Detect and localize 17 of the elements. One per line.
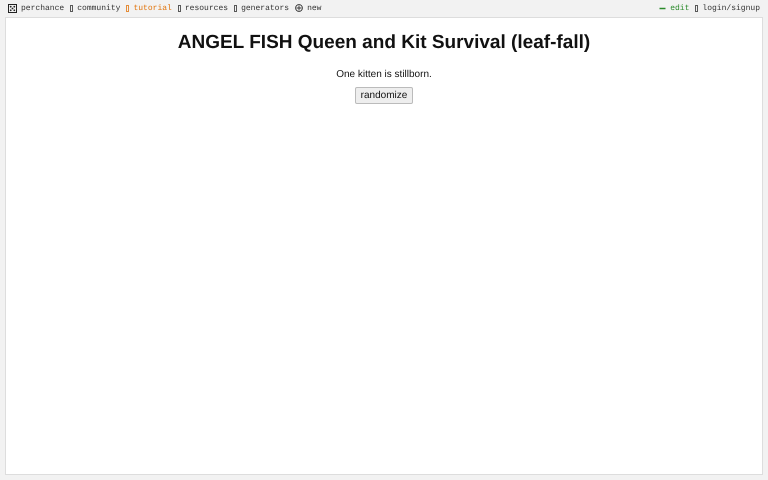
nav-link[interactable]: new [295, 4, 322, 12]
nav-link[interactable]: edit [659, 4, 690, 12]
dice-icon [8, 4, 17, 12]
missing-glyph-icon [70, 4, 74, 12]
nav-link[interactable]: perchance [8, 4, 64, 12]
nav-link[interactable]: resources [178, 4, 228, 12]
missing-glyph-icon [178, 4, 181, 12]
output-text: One kitten is stillborn. [336, 69, 432, 80]
page-title: ANGEL FISH Queen and Kit Survival (leaf-fall) [178, 32, 590, 54]
randomize-button[interactable]: randomize [354, 87, 414, 104]
add-icon [295, 4, 304, 12]
missing-glyph-icon [126, 4, 130, 12]
nav-link[interactable]: login/signup [695, 4, 760, 12]
nav-link[interactable]: generators [234, 4, 290, 12]
missing-glyph-icon [234, 4, 238, 12]
nav-link[interactable]: community [70, 4, 120, 12]
missing-glyph-icon [695, 4, 698, 12]
